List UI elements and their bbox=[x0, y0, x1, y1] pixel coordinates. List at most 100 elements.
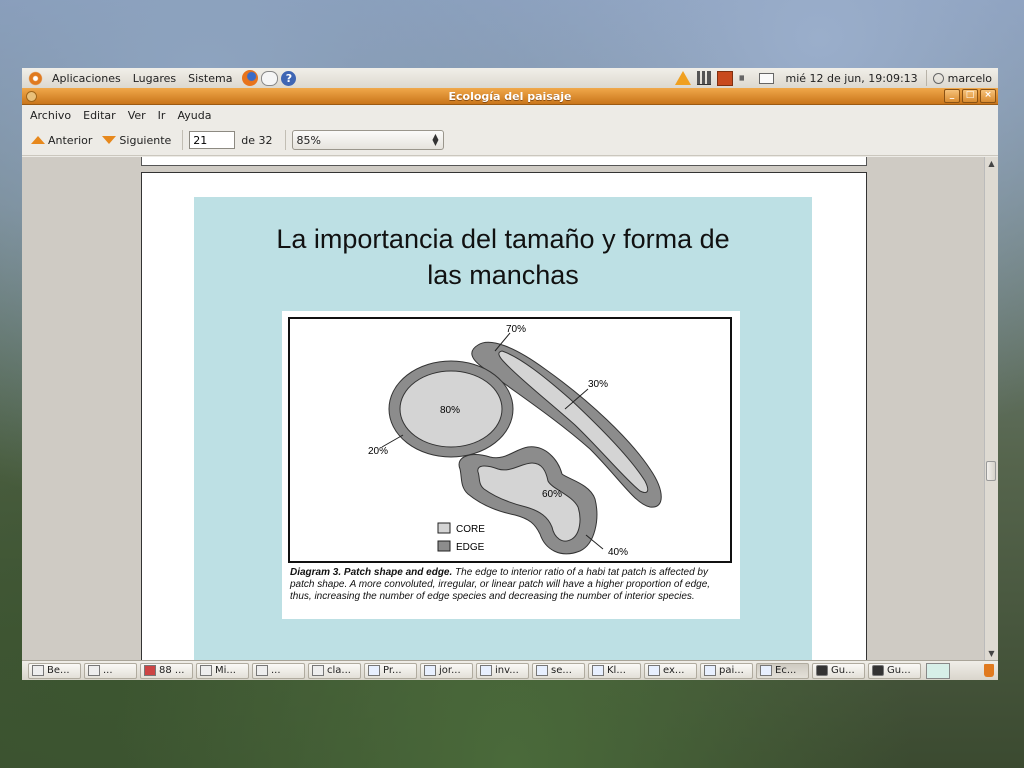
label-30: 30% bbox=[588, 379, 608, 390]
slide: La importancia del tamaño y forma de las… bbox=[194, 197, 812, 660]
taskbar-item-label: ex... bbox=[663, 665, 685, 676]
document-icon bbox=[536, 665, 548, 676]
taskbar-item[interactable]: cla... bbox=[308, 662, 361, 679]
user-icon bbox=[932, 72, 944, 84]
taskbar-item[interactable]: inv... bbox=[476, 662, 529, 679]
firefox-icon[interactable] bbox=[242, 70, 259, 86]
document-page: La importancia del tamaño y forma de las… bbox=[141, 172, 867, 660]
taskbar-item[interactable]: Mi... bbox=[196, 662, 249, 679]
panel-menu-lugares[interactable]: Lugares bbox=[127, 72, 182, 85]
document-icon bbox=[592, 665, 604, 676]
taskbar-item[interactable]: pai... bbox=[700, 662, 753, 679]
menu-ver[interactable]: Ver bbox=[122, 109, 152, 122]
taskbar-item[interactable]: Pr... bbox=[364, 662, 417, 679]
taskbar-item-active[interactable]: Ec... bbox=[756, 662, 809, 679]
diagram-svg: 70% 30% 80% 20% 60% 40% CORE EDGE bbox=[368, 324, 662, 558]
previous-page-button[interactable]: Anterior bbox=[26, 128, 97, 152]
taskbar-item[interactable]: ... bbox=[84, 662, 137, 679]
taskbar-item-label: ... bbox=[103, 665, 113, 676]
taskbar-item-label: jor... bbox=[439, 665, 461, 676]
window-icon bbox=[312, 665, 324, 676]
zoom-select[interactable]: 85% ▲ ▼ bbox=[291, 130, 444, 150]
legend-edge-label: EDGE bbox=[456, 542, 485, 553]
panel-menu-aplicaciones[interactable]: Aplicaciones bbox=[46, 72, 127, 85]
taskbar-item[interactable]: Gu... bbox=[868, 662, 921, 679]
label-80: 80% bbox=[440, 405, 460, 416]
close-button[interactable]: × bbox=[980, 89, 996, 103]
help-icon[interactable]: ? bbox=[281, 70, 297, 86]
legend-edge-swatch bbox=[437, 540, 451, 552]
scrollbar-thumb[interactable] bbox=[986, 461, 996, 481]
taskbar-item[interactable]: se... bbox=[532, 662, 585, 679]
menu-ir[interactable]: Ir bbox=[152, 109, 172, 122]
previous-page-label: Anterior bbox=[48, 133, 93, 147]
window-menu-icon[interactable] bbox=[26, 91, 37, 102]
top-panel: Aplicaciones Lugares Sistema ? mié 12 de… bbox=[22, 68, 998, 89]
taskbar-item[interactable]: Kl... bbox=[588, 662, 641, 679]
taskbar-item-label: Gu... bbox=[887, 665, 911, 676]
taskbar-item[interactable]: ex... bbox=[644, 662, 697, 679]
label-60: 60% bbox=[542, 489, 562, 500]
volume-icon[interactable] bbox=[739, 71, 751, 85]
document-area[interactable]: La importancia del tamaño y forma de las… bbox=[22, 157, 985, 660]
scroll-up-icon[interactable]: ▲ bbox=[986, 158, 997, 169]
toolbar-separator bbox=[182, 130, 184, 150]
trash-icon[interactable] bbox=[984, 664, 994, 677]
system-monitor-icon[interactable] bbox=[697, 71, 712, 85]
show-desktop-icon[interactable] bbox=[926, 662, 950, 679]
taskbar-item-label: Kl... bbox=[607, 665, 626, 676]
page-number-input[interactable] bbox=[189, 131, 236, 149]
window-icon bbox=[256, 665, 268, 676]
maximize-button[interactable]: □ bbox=[962, 89, 978, 103]
panel-menu-sistema[interactable]: Sistema bbox=[182, 72, 238, 85]
system-tray: mié 12 de jun, 19:09:13 marcelo bbox=[672, 68, 998, 88]
next-page-button[interactable]: Siguiente bbox=[97, 128, 176, 152]
next-page-label: Siguiente bbox=[119, 133, 172, 147]
menu-archivo[interactable]: Archivo bbox=[24, 109, 77, 122]
mail-client-icon[interactable] bbox=[261, 70, 279, 86]
ubuntu-logo-icon[interactable] bbox=[28, 70, 43, 86]
taskbar-item[interactable]: Gu... bbox=[812, 662, 865, 679]
toolbar: Anterior Siguiente de 32 85% ▲▼ bbox=[22, 125, 998, 156]
user-name: marcelo bbox=[947, 71, 992, 85]
taskbar-item[interactable]: ... bbox=[252, 662, 305, 679]
menu-editar[interactable]: Editar bbox=[77, 109, 122, 122]
warning-icon[interactable] bbox=[675, 71, 692, 85]
clock[interactable]: mié 12 de jun, 19:09:13 bbox=[777, 72, 925, 85]
user-switcher[interactable]: marcelo bbox=[927, 72, 998, 85]
document-viewer-window: Ecología del paisaje _ □ × Archivo Edita… bbox=[22, 88, 998, 660]
arrow-down-icon bbox=[102, 136, 117, 144]
slide-title: La importancia del tamaño y forma de las… bbox=[214, 221, 792, 293]
camera-icon bbox=[872, 665, 884, 676]
window-title: Ecología del paisaje bbox=[448, 89, 572, 103]
taskbar-item-label: inv... bbox=[495, 665, 519, 676]
page-count-label: de 32 bbox=[241, 133, 273, 147]
slide-title-line-1: La importancia del tamaño y forma de bbox=[276, 224, 730, 254]
menu-ayuda[interactable]: Ayuda bbox=[171, 109, 217, 122]
arrow-up-icon bbox=[31, 136, 45, 144]
document-icon bbox=[424, 665, 436, 676]
taskbar-item[interactable]: jor... bbox=[420, 662, 473, 679]
taskbar-item-label: ... bbox=[271, 665, 281, 676]
figure-caption: Diagram 3. Patch shape and edge. The edg… bbox=[290, 567, 734, 603]
vertical-scrollbar[interactable]: ▲ ▼ bbox=[984, 157, 998, 660]
image-icon bbox=[144, 665, 156, 676]
update-manager-icon[interactable] bbox=[717, 70, 734, 86]
bottom-taskbar: Be... ... 88 ... Mi... ... cla... Pr... … bbox=[22, 660, 998, 680]
figure: 70% 30% 80% 20% 60% 40% CORE EDGE Diagra… bbox=[282, 311, 740, 619]
envelope-icon[interactable] bbox=[759, 72, 775, 84]
scroll-down-icon[interactable]: ▼ bbox=[986, 648, 997, 659]
taskbar-item-label: cla... bbox=[327, 665, 351, 676]
title-bar[interactable]: Ecología del paisaje _ □ × bbox=[22, 88, 998, 105]
taskbar-item[interactable]: Be... bbox=[28, 662, 81, 679]
window-controls: _ □ × bbox=[944, 89, 996, 103]
toolbar-separator bbox=[284, 130, 286, 150]
minimize-button[interactable]: _ bbox=[944, 89, 960, 103]
taskbar-item-label: pai... bbox=[719, 665, 744, 676]
taskbar-item[interactable]: 88 ... bbox=[140, 662, 193, 679]
label-70: 70% bbox=[506, 324, 526, 335]
window-icon bbox=[88, 665, 100, 676]
zoom-value: 85% bbox=[296, 133, 321, 147]
slide-title-line-2: las manchas bbox=[427, 260, 579, 290]
document-icon bbox=[704, 665, 716, 676]
